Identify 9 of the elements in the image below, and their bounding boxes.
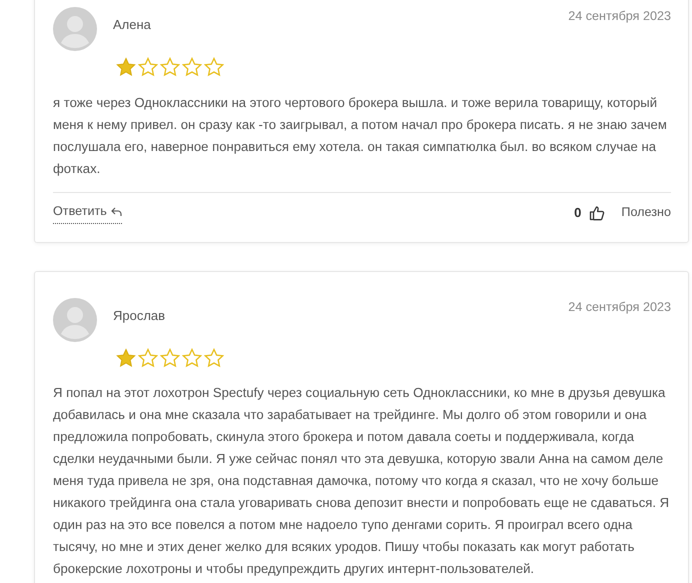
review-date: 24 сентября 2023 — [568, 298, 671, 316]
author-name: Алена — [113, 16, 151, 34]
review-date: 24 сентября 2023 — [568, 8, 671, 25]
review-text: я тоже через Одноклассники на этого чертового брокера вышла. и тоже верила товарищу, который меня к нему привел. он сразу как -то заигрывал, а потом начал про брокера писать. я не знаю зачем послушала его, наверное понравиться ему хотела. он такая симпатюлка был. во всяком случае на фотках. — [53, 94, 668, 178]
helpful-label[interactable]: Полезно — [621, 203, 671, 222]
review-text: Я попал на этот лохотрон Spectufy через социальную сеть Одноклассники, ко мне в друзья девушка добавилась и она мне сказала что зарабатывает на трейдинге. Мы долго об этом говорили и она предложила попробовать, скинула этого брокера и потом давала соеты и поддерживала, когда сделки неудачными были. Я уже сейчас понял что эта девушка, которую звали Анна на самом деле меня туда привела не зря, она подставная дамочка, потому что когда я сказал, что не хочу больше никакого трейдинга она стала уговаривать снова депозит внести и попробовать еще не сдаваться. Я один раз на это все повелся а потом мне надоело тупо денгами сорить. Я проиграл всего одна тысячу, но мне и этих денег желко для всяких уродов. Пишу чтобы показать как могут работать брокерские лохотроны и чтобы предупреждить других интернт-пользователей. — [53, 384, 670, 578]
author-name: Ярослав — [113, 306, 166, 325]
reply-link[interactable]: Ответить — [53, 202, 122, 224]
like-count: 0 — [574, 204, 582, 222]
